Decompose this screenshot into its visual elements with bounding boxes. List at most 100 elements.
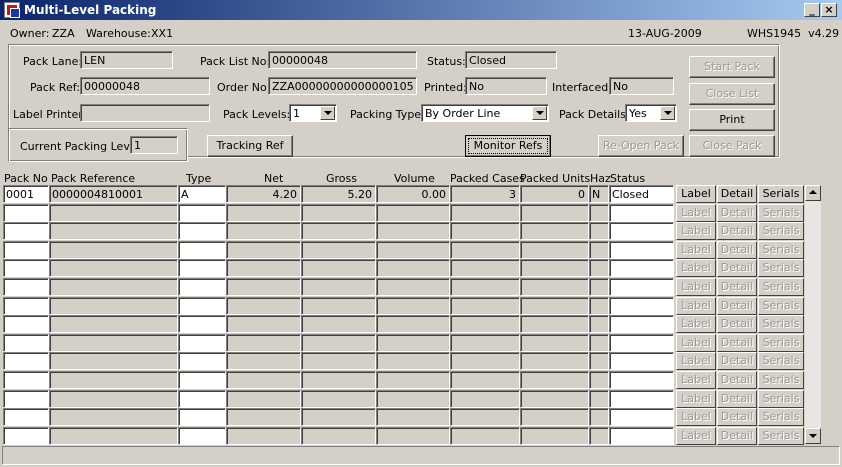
cell-pack-reference[interactable] xyxy=(49,390,178,408)
cell-haz[interactable] xyxy=(589,427,609,445)
cell-gross[interactable] xyxy=(301,390,376,408)
cell-type[interactable] xyxy=(178,297,226,315)
cell-pack-reference[interactable] xyxy=(49,222,178,240)
cell-type[interactable] xyxy=(178,408,226,426)
cell-volume[interactable]: 0.00 xyxy=(376,185,450,203)
grid-scrollbar[interactable] xyxy=(805,185,821,444)
cell-gross[interactable] xyxy=(301,297,376,315)
row-detail-button[interactable]: Detail xyxy=(717,315,757,333)
cell-pack-no[interactable] xyxy=(3,222,49,240)
cell-gross[interactable] xyxy=(301,259,376,277)
packing-type-select[interactable]: By Order Line xyxy=(421,104,549,122)
cell-pack-no[interactable] xyxy=(3,315,49,333)
close-list-button[interactable]: Close List xyxy=(689,83,775,105)
print-button[interactable]: Print xyxy=(689,109,775,131)
start-pack-button[interactable]: Start Pack xyxy=(689,56,775,78)
cell-gross[interactable] xyxy=(301,427,376,445)
cell-pack-no[interactable] xyxy=(3,334,49,352)
cell-pack-reference[interactable] xyxy=(49,315,178,333)
cell-packed-units[interactable] xyxy=(520,315,589,333)
cell-volume[interactable] xyxy=(376,408,450,426)
cell-packed-cases[interactable] xyxy=(450,204,520,222)
cell-packed-cases[interactable] xyxy=(450,297,520,315)
cell-pack-reference[interactable]: 0000004810001 xyxy=(49,185,178,203)
cell-packed-units[interactable] xyxy=(520,222,589,240)
pack-levels-select[interactable]: 1 xyxy=(289,104,337,122)
cell-pack-no[interactable] xyxy=(3,390,49,408)
row-label-button[interactable]: Label xyxy=(676,352,716,370)
cell-status[interactable] xyxy=(609,334,674,352)
cell-volume[interactable] xyxy=(376,352,450,370)
cell-pack-reference[interactable] xyxy=(49,204,178,222)
row-serials-button[interactable]: Serials xyxy=(758,278,804,296)
cell-pack-reference[interactable] xyxy=(49,297,178,315)
cell-type[interactable] xyxy=(178,241,226,259)
cell-pack-reference[interactable] xyxy=(49,427,178,445)
row-serials-button[interactable]: Serials xyxy=(758,427,804,445)
row-label-button[interactable]: Label xyxy=(676,371,716,389)
row-label-button[interactable]: Label xyxy=(676,427,716,445)
row-label-button[interactable]: Label xyxy=(676,222,716,240)
cell-net[interactable] xyxy=(226,222,301,240)
cell-packed-units[interactable] xyxy=(520,352,589,370)
row-detail-button[interactable]: Detail xyxy=(717,427,757,445)
cell-pack-no[interactable] xyxy=(3,427,49,445)
cell-gross[interactable]: 5.20 xyxy=(301,185,376,203)
cell-status[interactable] xyxy=(609,297,674,315)
pack-details-select[interactable]: Yes xyxy=(625,104,677,122)
cell-type[interactable] xyxy=(178,259,226,277)
row-serials-button[interactable]: Serials xyxy=(758,352,804,370)
row-serials-button[interactable]: Serials xyxy=(758,390,804,408)
row-label-button[interactable]: Label xyxy=(676,315,716,333)
cell-pack-reference[interactable] xyxy=(49,259,178,277)
cell-status[interactable] xyxy=(609,315,674,333)
cell-packed-units[interactable] xyxy=(520,408,589,426)
cell-pack-no[interactable] xyxy=(3,259,49,277)
cell-gross[interactable] xyxy=(301,408,376,426)
minimize-button[interactable]: _ xyxy=(804,3,820,17)
row-serials-button[interactable]: Serials xyxy=(758,204,804,222)
cell-status[interactable] xyxy=(609,259,674,277)
cell-type[interactable] xyxy=(178,390,226,408)
cell-type[interactable] xyxy=(178,334,226,352)
cell-pack-reference[interactable] xyxy=(49,334,178,352)
cell-packed-cases[interactable] xyxy=(450,408,520,426)
cell-packed-units[interactable] xyxy=(520,259,589,277)
chevron-down-icon[interactable] xyxy=(660,106,675,120)
row-serials-button[interactable]: Serials xyxy=(758,259,804,277)
row-detail-button[interactable]: Detail xyxy=(717,278,757,296)
row-serials-button[interactable]: Serials xyxy=(758,334,804,352)
row-detail-button[interactable]: Detail xyxy=(717,390,757,408)
cell-pack-reference[interactable] xyxy=(49,241,178,259)
row-label-button[interactable]: Label xyxy=(676,204,716,222)
cell-volume[interactable] xyxy=(376,371,450,389)
cell-status[interactable] xyxy=(609,241,674,259)
row-label-button[interactable]: Label xyxy=(676,408,716,426)
cell-gross[interactable] xyxy=(301,352,376,370)
cell-pack-no[interactable]: 0001 xyxy=(3,185,49,203)
cell-volume[interactable] xyxy=(376,259,450,277)
cell-volume[interactable] xyxy=(376,334,450,352)
row-detail-button[interactable]: Detail xyxy=(717,371,757,389)
cell-net[interactable] xyxy=(226,334,301,352)
row-detail-button[interactable]: Detail xyxy=(717,204,757,222)
row-serials-button[interactable]: Serials xyxy=(758,408,804,426)
cell-packed-units[interactable] xyxy=(520,204,589,222)
cell-gross[interactable] xyxy=(301,278,376,296)
cell-volume[interactable] xyxy=(376,427,450,445)
cell-pack-reference[interactable] xyxy=(49,278,178,296)
cell-net[interactable] xyxy=(226,204,301,222)
row-serials-button[interactable]: Serials xyxy=(758,371,804,389)
cell-packed-cases[interactable] xyxy=(450,352,520,370)
cell-type[interactable] xyxy=(178,315,226,333)
cell-net[interactable] xyxy=(226,390,301,408)
cell-haz[interactable] xyxy=(589,352,609,370)
cell-status[interactable] xyxy=(609,278,674,296)
cell-volume[interactable] xyxy=(376,278,450,296)
cell-haz[interactable] xyxy=(589,204,609,222)
cell-type[interactable]: A xyxy=(178,185,226,203)
cell-pack-reference[interactable] xyxy=(49,408,178,426)
row-label-button[interactable]: Label xyxy=(676,334,716,352)
row-serials-button[interactable]: Serials xyxy=(758,222,804,240)
cell-haz[interactable] xyxy=(589,315,609,333)
